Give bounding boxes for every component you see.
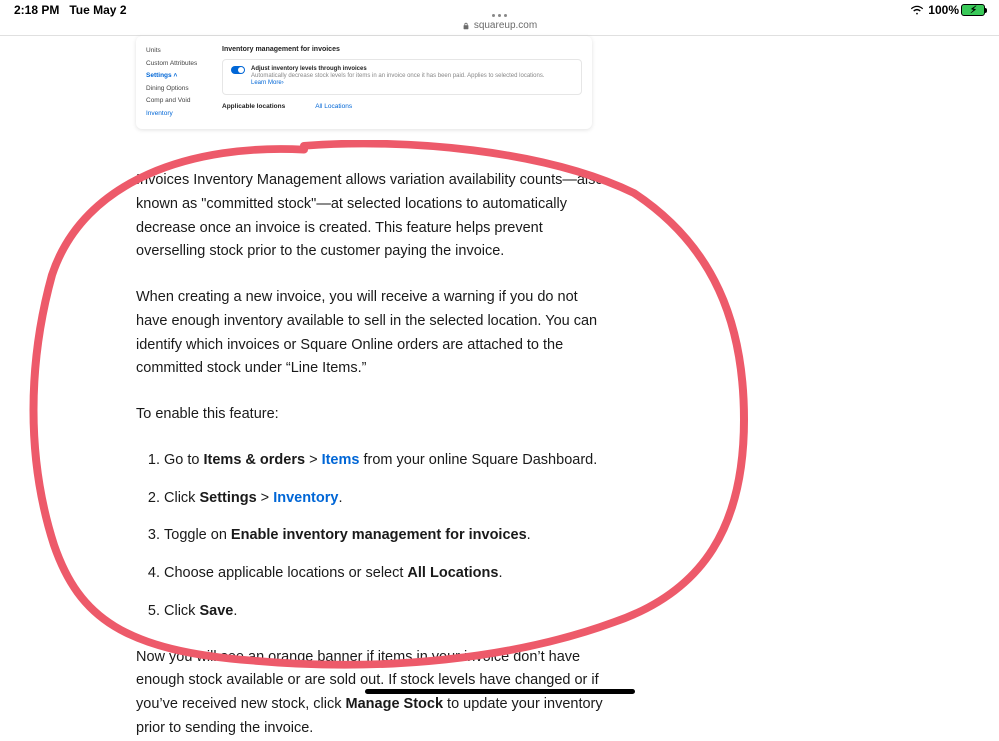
battery-percent: 100% [928,3,959,17]
step-3: Toggle on Enable inventory management fo… [164,524,604,548]
step-2-bold-settings: Settings [199,490,256,506]
step-4-text-a: Choose applicable locations or select [164,565,407,581]
mini-sidebar-settings-label: Settings [146,72,172,79]
mini-learn-more-link: Learn More› [251,80,545,87]
toggle-icon [231,66,245,74]
mini-sidebar-settings: Settings ˄ [146,73,212,80]
step-3-text-c: . [527,527,531,543]
wifi-icon [910,5,924,16]
chevron-up-icon: ˄ [173,72,177,79]
mini-sidebar-custom-attrs: Custom Attributes [146,61,212,68]
mini-loc-value: All Locations [315,103,352,110]
mini-locations-row: Applicable locations All Locations [222,103,582,110]
step-2-text-a: Click [164,490,199,506]
charging-bolt-icon: ⚡︎ [970,5,977,17]
mini-toggle-sub: Automatically decrease stock levels for … [251,73,545,80]
mini-title: Inventory management for invoices [222,46,582,53]
step-2-text-e: . [338,490,342,506]
battery-icon: ⚡︎ [961,4,985,16]
step-1: Go to Items & orders > Items from your o… [164,449,604,473]
mini-sidebar: Units Custom Attributes Settings ˄ Dinin… [146,46,212,117]
paragraph-4-bold: Manage Stock [346,696,444,712]
status-date: Tue May 2 [69,3,126,17]
mini-loc-label: Applicable locations [222,103,285,110]
step-1-sep: > [305,452,322,468]
article-body: Invoices Inventory Management allows var… [136,169,604,741]
status-time: 2:18 PM [14,3,59,17]
step-1-text-e: from your online Square Dashboard. [359,452,597,468]
step-3-text-a: Toggle on [164,527,231,543]
step-2-sep: > [257,490,274,506]
status-right: 100% ⚡︎ [910,3,985,17]
step-3-bold: Enable inventory management for invoices [231,527,527,543]
page-content: Units Custom Attributes Settings ˄ Dinin… [0,36,999,741]
mini-sidebar-dining: Dining Options [146,86,212,93]
multitask-dots-icon[interactable] [492,14,507,17]
mini-panel: Adjust inventory levels through invoices… [222,59,582,95]
step-1-text-a: Go to [164,452,204,468]
step-5-text-a: Click [164,603,199,619]
mini-sidebar-comp-void: Comp and Void [146,98,212,105]
mini-main: Inventory management for invoices Adjust… [222,46,582,117]
step-4-bold: All Locations [407,565,498,581]
items-link[interactable]: Items [322,452,360,468]
paragraph-1: Invoices Inventory Management allows var… [136,169,604,264]
browser-url-bar[interactable]: squareup.com [0,18,999,36]
lock-icon [462,22,470,30]
mini-toggle-row: Adjust inventory levels through invoices… [231,66,573,88]
steps-list: Go to Items & orders > Items from your o… [164,449,604,624]
step-5-bold: Save [199,603,233,619]
mini-toggle-text: Adjust inventory levels through invoices… [251,66,545,88]
paragraph-3: To enable this feature: [136,403,604,427]
settings-screenshot-card: Units Custom Attributes Settings ˄ Dinin… [136,36,592,129]
step-5: Click Save. [164,600,604,624]
url-text: squareup.com [474,20,537,31]
step-4: Choose applicable locations or select Al… [164,562,604,586]
mini-toggle-head: Adjust inventory levels through invoices [251,66,545,73]
step-1-bold-items-orders: Items & orders [204,452,306,468]
inventory-link[interactable]: Inventory [273,490,338,506]
step-4-text-c: . [498,565,502,581]
mini-learn-more-label: Learn More [251,80,282,86]
mini-sidebar-units: Units [146,48,212,55]
paragraph-2: When creating a new invoice, you will re… [136,286,604,381]
step-5-text-c: . [233,603,237,619]
battery-indicator: 100% ⚡︎ [928,3,985,17]
home-indicator[interactable] [365,689,635,694]
mini-sidebar-inventory: Inventory [146,111,212,118]
status-left: 2:18 PM Tue May 2 [14,3,127,17]
step-2: Click Settings > Inventory. [164,487,604,511]
url-pill[interactable]: squareup.com [462,20,537,31]
